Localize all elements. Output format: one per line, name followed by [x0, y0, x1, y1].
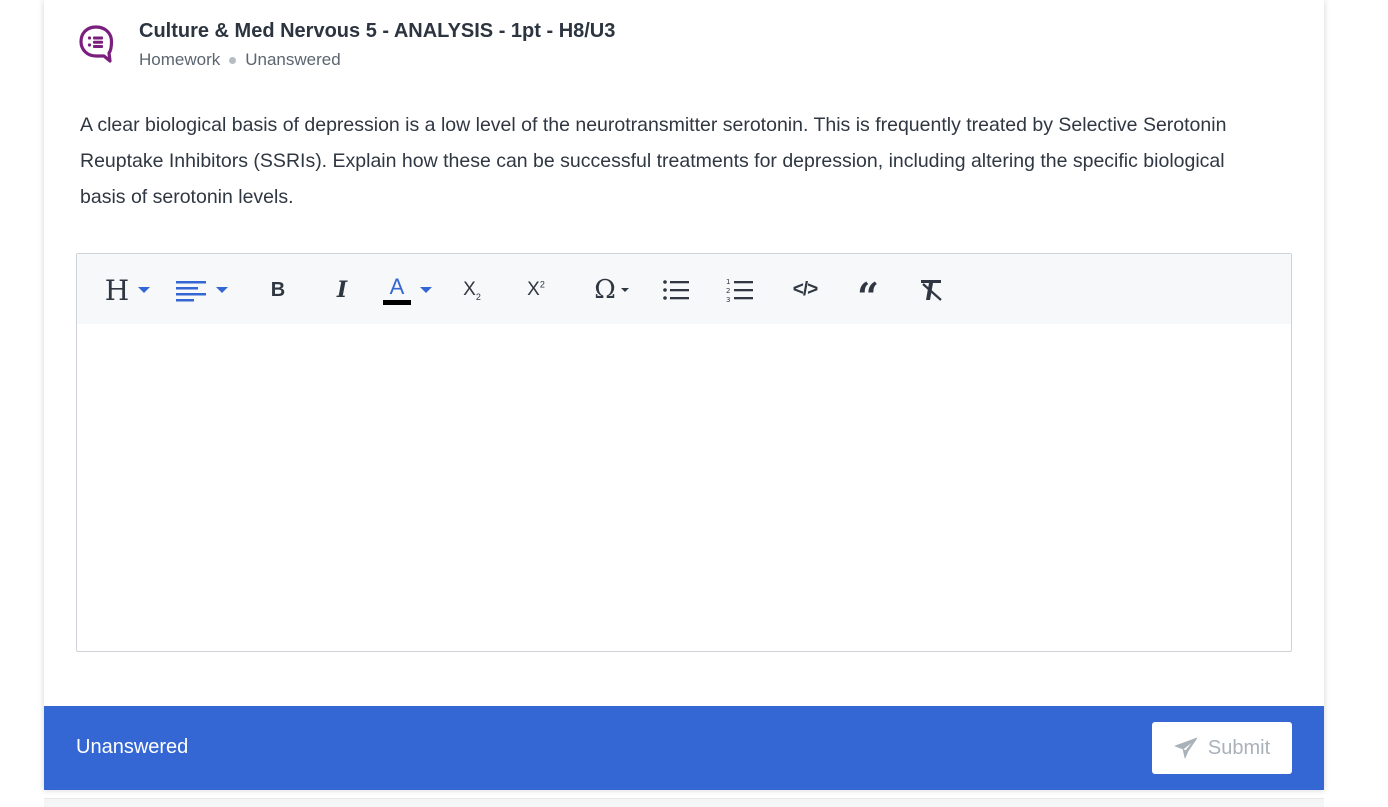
question-bubble-icon — [79, 25, 114, 63]
subscript-button[interactable]: X2 — [455, 272, 489, 308]
text-color-icon: A — [383, 275, 411, 305]
question-meta: Homework Unanswered — [139, 50, 341, 70]
heading-dropdown[interactable]: H — [99, 272, 157, 308]
blockquote-icon: “ — [857, 274, 879, 319]
footer-status: Unanswered — [76, 736, 189, 758]
align-icon — [176, 281, 206, 302]
bold-icon: B — [270, 278, 286, 301]
send-icon — [1174, 737, 1198, 759]
chevron-down-icon — [138, 287, 151, 293]
text-color-dropdown[interactable]: A — [379, 272, 437, 308]
italic-button[interactable]: I — [325, 272, 359, 308]
svg-text:3: 3 — [726, 296, 730, 303]
answer-footer: Unanswered Submit — [44, 706, 1324, 790]
svg-text:1: 1 — [726, 278, 730, 286]
special-character-dropdown[interactable]: Ω — [583, 272, 641, 308]
numbered-list-icon: 1 2 3 — [726, 278, 753, 303]
bold-button[interactable]: B — [261, 272, 295, 308]
editor-content-area[interactable] — [77, 324, 1291, 651]
blockquote-button[interactable]: “ — [851, 272, 885, 319]
numbered-list-button[interactable]: 1 2 3 — [723, 272, 757, 308]
heading-icon: H — [104, 273, 130, 307]
superscript-icon: X2 — [527, 279, 545, 300]
superscript-button[interactable]: X2 — [519, 272, 553, 308]
code-button[interactable]: </> — [787, 272, 823, 308]
code-icon: </> — [792, 279, 819, 300]
clear-format-icon — [921, 280, 942, 301]
submit-button[interactable]: Submit — [1152, 722, 1292, 774]
bulleted-list-button[interactable] — [659, 272, 693, 308]
align-dropdown[interactable] — [173, 272, 231, 308]
chevron-down-icon — [420, 287, 432, 293]
subscript-icon: X2 — [463, 278, 481, 302]
editor-toolbar: H B I A X2 X2 Ω 1 2 3 </> “ — [77, 254, 1291, 324]
question-type: Homework — [139, 50, 221, 69]
separator-dot — [229, 56, 237, 64]
question-prompt: A clear biological basis of depression i… — [80, 114, 1227, 208]
chevron-down-icon — [216, 287, 228, 293]
special-character-icon: Ω — [594, 275, 616, 305]
svg-text:2: 2 — [726, 287, 730, 295]
rich-text-editor: H B I A X2 X2 Ω 1 2 3 </> “ — [76, 253, 1292, 652]
question-title: Culture & Med Nervous 5 - ANALYSIS - 1pt… — [139, 20, 616, 42]
chevron-down-icon — [620, 288, 629, 292]
clear-format-button[interactable] — [915, 272, 949, 308]
italic-icon: I — [336, 277, 348, 303]
color-swatch — [383, 299, 411, 305]
question-status: Unanswered — [245, 50, 341, 69]
bulleted-list-icon — [663, 280, 689, 300]
question-card: Culture & Med Nervous 5 - ANALYSIS - 1pt… — [44, 0, 1324, 790]
submit-label: Submit — [1207, 736, 1271, 759]
